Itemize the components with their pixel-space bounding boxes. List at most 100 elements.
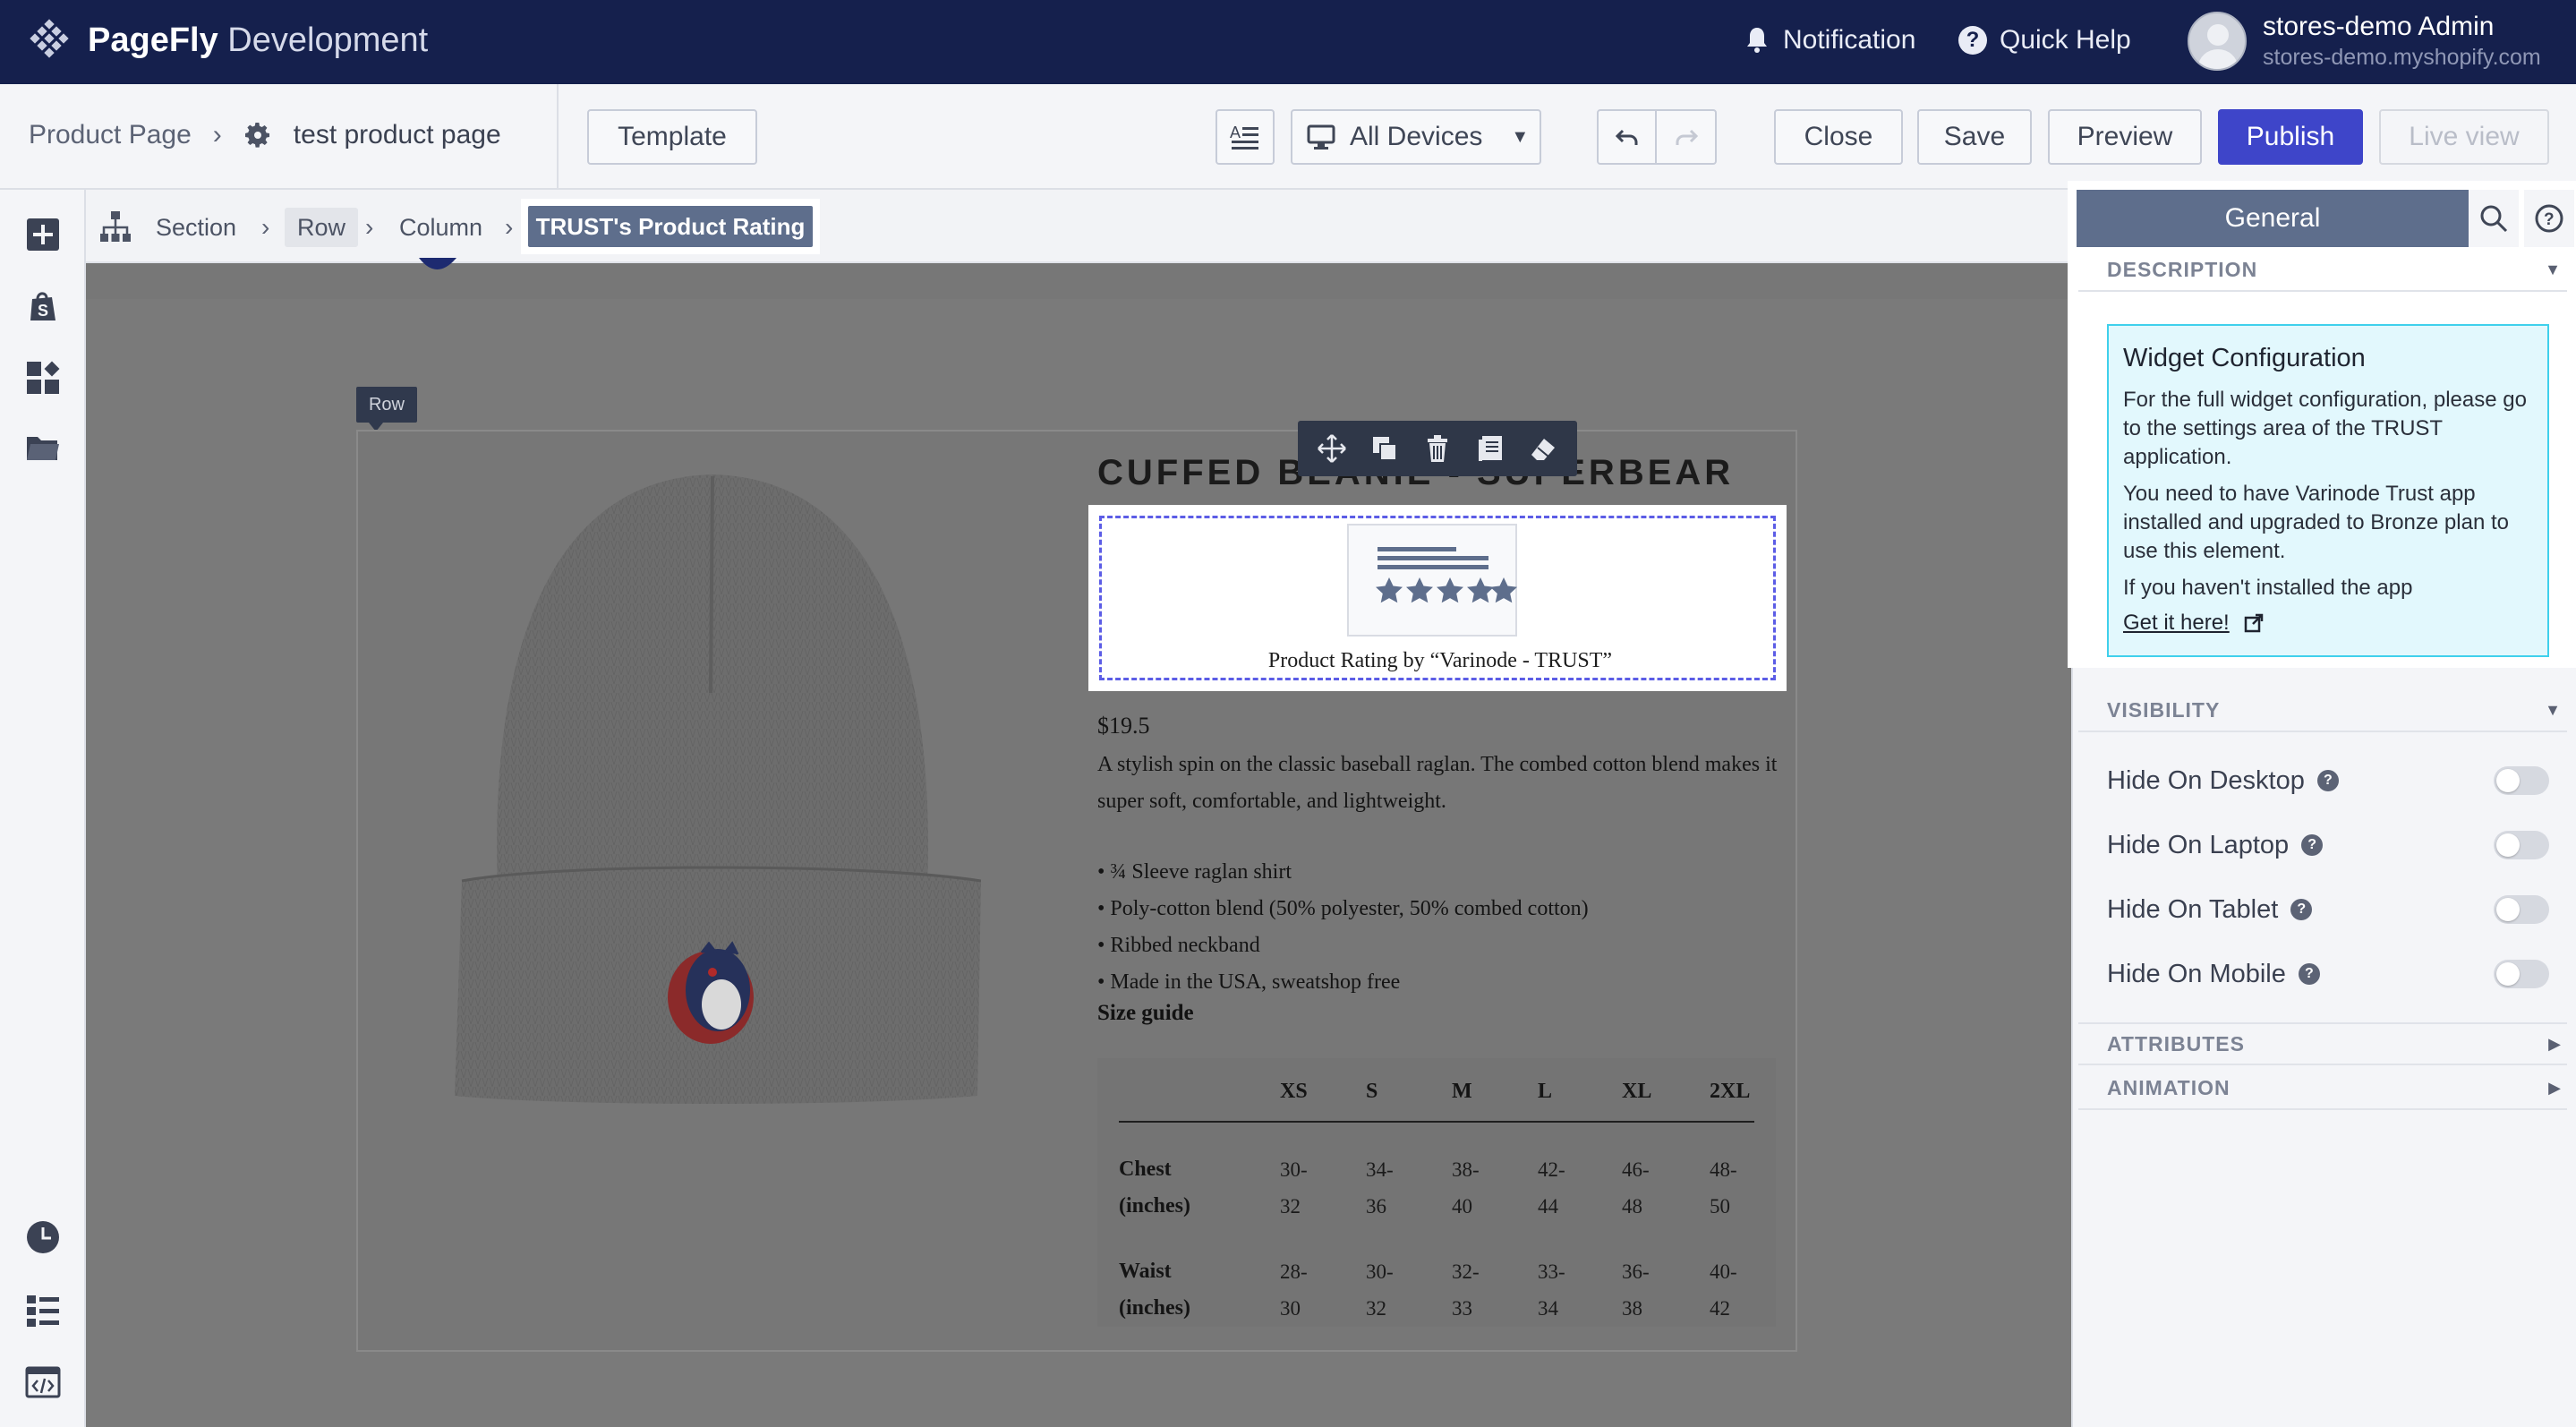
- section-description[interactable]: DESCRIPTION ▼: [2078, 249, 2567, 292]
- quick-help-label: Quick Help: [2000, 25, 2131, 55]
- template-button[interactable]: Template: [587, 109, 757, 165]
- trash-icon[interactable]: [1422, 433, 1453, 464]
- size-header: XS: [1280, 1080, 1308, 1103]
- section-description-label: DESCRIPTION: [2107, 257, 2258, 281]
- redo-icon: [1676, 129, 1698, 145]
- section-visibility-label: VISIBILITY: [2107, 697, 2221, 722]
- trust-product-rating-element[interactable]: Product Rating by “Varinode - TRUST”: [1099, 516, 1776, 680]
- redo-button[interactable]: [1657, 111, 1715, 163]
- help-icon[interactable]: ?: [2298, 963, 2320, 985]
- section-visibility[interactable]: VISIBILITY ▼: [2078, 689, 2567, 732]
- undo-icon: [1615, 129, 1637, 145]
- rating-caption: Product Rating by “Varinode - TRUST”: [1267, 649, 1613, 672]
- app-logo[interactable]: PageFly Development: [27, 18, 428, 63]
- inspector-help-button[interactable]: ?: [2524, 190, 2574, 247]
- inspector-search-button[interactable]: [2469, 190, 2519, 247]
- tab-general[interactable]: General: [2077, 190, 2469, 247]
- help-icon[interactable]: ?: [2301, 834, 2324, 856]
- product-bullets[interactable]: • ¾ Sleeve raglan shirt • Poly-cotton bl…: [1097, 854, 1589, 1001]
- editor-toolbar: Product Page › test product page Templat…: [0, 84, 2576, 190]
- trust-rating-highlight: Product Rating by “Varinode - TRUST”: [1088, 505, 1787, 691]
- size-guide-heading[interactable]: Size guide: [1097, 1001, 1194, 1026]
- crumb-active-element[interactable]: TRUST's Product Rating: [528, 206, 813, 247]
- table-cell: 38- 40: [1452, 1158, 1480, 1218]
- widget-config-title: Widget Configuration: [2123, 344, 2366, 372]
- table-cell: 32- 33: [1452, 1260, 1480, 1320]
- table-cell: 46- 48: [1622, 1158, 1650, 1218]
- hide-on-tablet-toggle[interactable]: [2494, 895, 2549, 924]
- table-cell: 48- 50: [1710, 1158, 1737, 1218]
- save-button[interactable]: Save: [1917, 109, 2032, 165]
- user-name: stores-demo Admin: [2263, 12, 2495, 41]
- size-table[interactable]: XS S M L XL 2XL Chest (inches) 30- 32 34- 3…: [1097, 1058, 1776, 1327]
- chevron-right-icon: ›: [505, 213, 514, 241]
- svg-text:A: A: [1230, 124, 1241, 141]
- preview-button[interactable]: Preview: [2048, 109, 2202, 165]
- text-format-button[interactable]: A: [1215, 109, 1275, 165]
- copy-style-icon[interactable]: [1475, 433, 1506, 464]
- gear-icon[interactable]: [243, 121, 272, 150]
- table-cell: 42- 44: [1538, 1158, 1565, 1218]
- hide-on-laptop-toggle[interactable]: [2494, 831, 2549, 859]
- help-icon[interactable]: ?: [2316, 770, 2339, 791]
- caret-down-icon: ▼: [2545, 700, 2562, 719]
- shopify-icon[interactable]: S: [25, 288, 61, 324]
- add-element-icon[interactable]: [25, 217, 61, 252]
- device-select[interactable]: All Devices ▼: [1291, 109, 1541, 165]
- page-type-link[interactable]: Product Page: [29, 120, 192, 150]
- sitemap-icon[interactable]: [98, 209, 132, 244]
- caret-down-icon: ▼: [1511, 126, 1530, 147]
- close-button[interactable]: Close: [1774, 109, 1903, 165]
- table-cell: 36- 38: [1622, 1260, 1650, 1320]
- live-view-button[interactable]: Live view: [2379, 109, 2549, 165]
- toggle-row-tablet: Hide On Tablet ?: [2107, 892, 2555, 927]
- caret-right-icon: ▶: [2548, 1078, 2562, 1097]
- toolbar-divider: [557, 84, 559, 190]
- hide-on-desktop-toggle[interactable]: [2494, 766, 2549, 795]
- apps-icon[interactable]: [25, 360, 61, 396]
- publish-button[interactable]: Publish: [2218, 109, 2363, 165]
- help-icon: ?: [2535, 204, 2563, 233]
- user-menu[interactable]: stores-demo Admin stores-demo.myshopify.…: [2188, 11, 2541, 72]
- bullet-item: • Poly-cotton blend (50% polyester, 50% …: [1097, 897, 1589, 920]
- page-name[interactable]: test product page: [294, 120, 501, 150]
- undo-button[interactable]: [1599, 111, 1658, 163]
- layers-list-icon[interactable]: [25, 1293, 61, 1329]
- table-cell: 40- 42: [1710, 1260, 1737, 1320]
- code-icon[interactable]: [25, 1364, 61, 1400]
- stars-icon: [1376, 547, 1517, 603]
- section-attributes[interactable]: ATTRIBUTES ▶: [2078, 1022, 2567, 1065]
- svg-text:S: S: [38, 302, 48, 320]
- quick-help-button[interactable]: ? Quick Help: [1958, 25, 2131, 56]
- product-price[interactable]: $19.5: [1097, 713, 1150, 739]
- crumb-section[interactable]: Section: [156, 208, 236, 247]
- toggle-label: Hide On Tablet: [2107, 894, 2279, 924]
- product-image[interactable]: [453, 469, 981, 1105]
- notification-button[interactable]: Notification: [1744, 25, 1915, 56]
- product-description[interactable]: A stylish spin on the classic baseball r…: [1097, 747, 1787, 820]
- crumb-active-highlight: TRUST's Product Rating: [521, 199, 820, 254]
- move-icon[interactable]: [1317, 433, 1347, 464]
- duplicate-icon[interactable]: [1369, 433, 1400, 464]
- history-icon[interactable]: [25, 1219, 61, 1255]
- desktop-icon: [1307, 124, 1335, 150]
- element-breadcrumb-bar: Section › Row › Column ›: [86, 190, 2071, 263]
- text-align-icon: A: [1230, 124, 1258, 150]
- eraser-icon[interactable]: [1528, 433, 1558, 464]
- get-app-link[interactable]: Get it here!: [2123, 611, 2264, 636]
- table-cell: 28- 30: [1280, 1260, 1308, 1320]
- crumb-row[interactable]: Row: [285, 208, 359, 247]
- rating-placeholder-card: [1347, 524, 1517, 637]
- row-tag[interactable]: Row: [356, 387, 417, 432]
- help-icon[interactable]: ?: [2290, 899, 2313, 920]
- partial-icon: [419, 258, 456, 269]
- crumb-column[interactable]: Column: [399, 208, 482, 247]
- toggle-label: Hide On Laptop: [2107, 830, 2290, 859]
- folder-icon[interactable]: [25, 430, 61, 466]
- table-cell: 34- 36: [1366, 1158, 1394, 1218]
- hide-on-mobile-toggle[interactable]: [2494, 960, 2549, 988]
- help-icon: ?: [1958, 26, 1987, 55]
- bullet-item: • Made in the USA, sweatshop free: [1097, 970, 1401, 994]
- section-animation-label: ANIMATION: [2107, 1075, 2231, 1099]
- section-animation[interactable]: ANIMATION ▶: [2078, 1067, 2567, 1110]
